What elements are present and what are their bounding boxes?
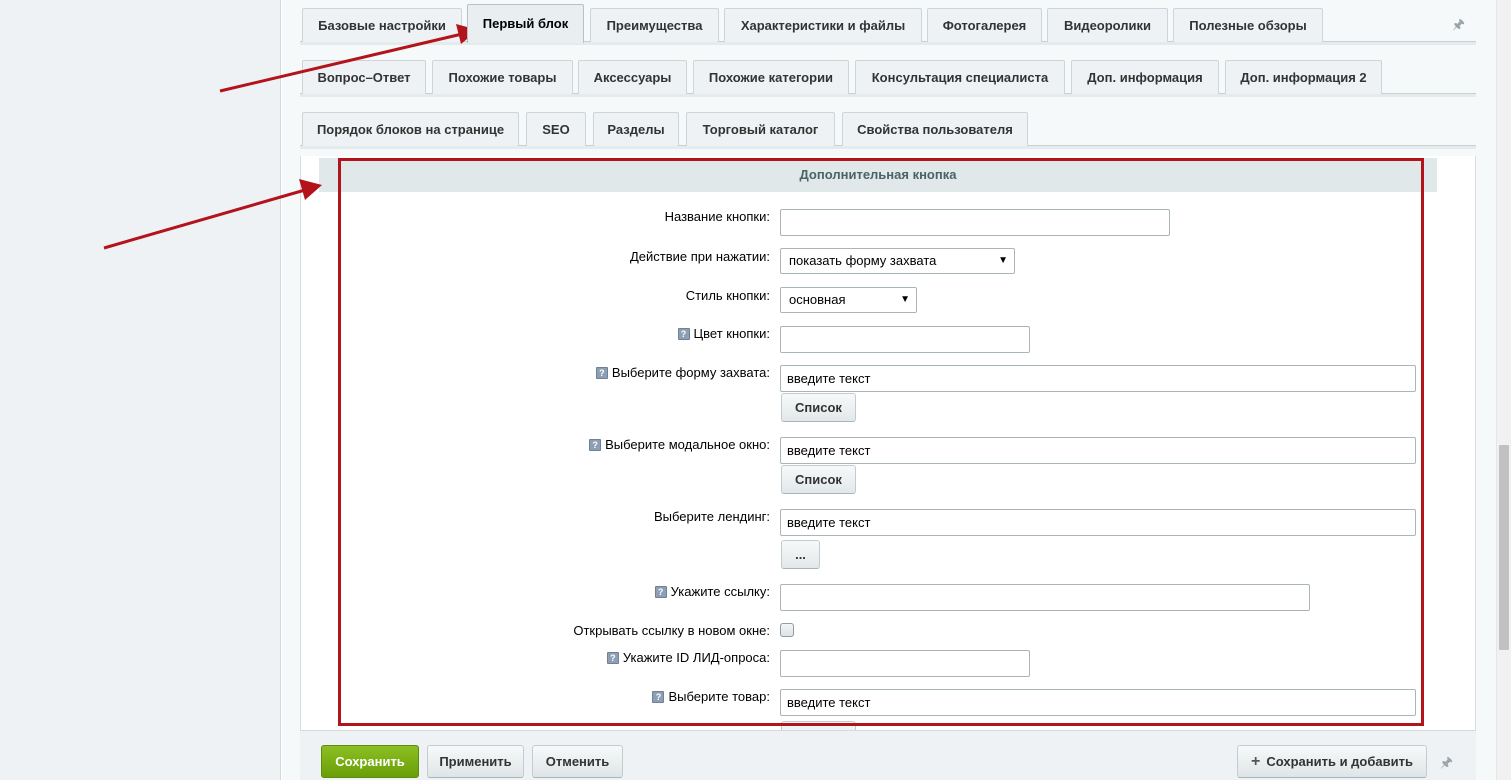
tab-similar-categories[interactable]: Похожие категории <box>693 60 849 94</box>
new-window-checkbox[interactable] <box>780 623 794 637</box>
tab-faq[interactable]: Вопрос–Ответ <box>302 60 426 94</box>
tab-blocks-order[interactable]: Порядок блоков на странице <box>302 112 519 146</box>
tabs-row-3: Порядок блоков на странице SEO Разделы Т… <box>300 104 1476 149</box>
lead-id-input[interactable] <box>780 650 1030 677</box>
help-icon[interactable]: ? <box>654 586 667 598</box>
tab-similar-products[interactable]: Похожие товары <box>432 60 573 94</box>
save-button[interactable]: Сохранить <box>321 745 419 778</box>
lead-id-label: ? Укажите ID ЛИД-опроса: <box>606 650 770 665</box>
link-input[interactable] <box>780 584 1310 611</box>
tab-first-block[interactable]: Первый блок <box>467 4 584 43</box>
style-select-value: основная <box>789 292 846 307</box>
help-icon[interactable]: ? <box>652 691 665 703</box>
tab-characteristics[interactable]: Характеристики и файлы <box>724 8 922 42</box>
help-icon[interactable]: ? <box>677 328 690 340</box>
help-icon[interactable]: ? <box>606 652 619 664</box>
action-select[interactable]: показать форму захвата ▼ <box>780 248 1015 274</box>
plus-icon: + <box>1251 753 1261 770</box>
landing-label: Выберите лендинг: <box>653 509 770 524</box>
tab-seo[interactable]: SEO <box>526 112 586 146</box>
footer-toolbar: Сохранить Применить Отменить + Сохранить … <box>300 730 1476 780</box>
landing-input[interactable] <box>780 509 1416 536</box>
tab-reviews[interactable]: Полезные обзоры <box>1173 8 1323 42</box>
tab-user-properties[interactable]: Свойства пользователя <box>842 112 1028 146</box>
capture-form-input[interactable] <box>780 365 1416 392</box>
pin-icon[interactable]: 🖈 <box>1452 14 1465 38</box>
modal-list-button[interactable]: Список <box>781 465 856 494</box>
tab-photogallery[interactable]: Фотогалерея <box>927 8 1042 42</box>
help-icon[interactable]: ? <box>595 367 608 379</box>
product-input[interactable] <box>780 689 1416 716</box>
action-label: Действие при нажатии: <box>629 249 770 264</box>
apply-button[interactable]: Применить <box>427 745 524 778</box>
tab-extra-info-2[interactable]: Доп. информация 2 <box>1225 60 1382 94</box>
section-title: Дополнительная кнопка <box>319 158 1437 192</box>
tab-advantages[interactable]: Преимущества <box>590 8 719 42</box>
new-window-label: Открывать ссылку в новом окне: <box>573 623 770 638</box>
action-select-value: показать форму захвата <box>789 253 937 268</box>
landing-browse-button[interactable]: ... <box>781 540 820 569</box>
color-label: ? Цвет кнопки: <box>677 326 770 341</box>
color-input[interactable] <box>780 326 1030 353</box>
button-name-input[interactable] <box>780 209 1170 236</box>
cancel-button[interactable]: Отменить <box>532 745 623 778</box>
tab-trade-catalog[interactable]: Торговый каталог <box>686 112 835 146</box>
tabs-row-1: Базовые настройки Первый блок Преимущест… <box>300 0 1476 45</box>
tab-sections[interactable]: Разделы <box>593 112 679 146</box>
vertical-scrollbar[interactable] <box>1496 0 1511 780</box>
pin-icon-footer[interactable]: 🖈 <box>1440 752 1453 776</box>
style-select[interactable]: основная ▼ <box>780 287 917 313</box>
product-label: ? Выберите товар: <box>652 689 770 704</box>
link-label: ? Укажите ссылку: <box>654 584 770 599</box>
modal-label: ? Выберите модальное окно: <box>589 437 770 452</box>
form-content: Дополнительная кнопка Название кнопки: Д… <box>300 156 1476 730</box>
tab-consultation[interactable]: Консультация специалиста <box>855 60 1065 94</box>
tab-base-settings[interactable]: Базовые настройки <box>302 8 462 42</box>
capture-form-label: ? Выберите форму захвата: <box>595 365 770 380</box>
save-and-add-button[interactable]: + Сохранить и добавить <box>1237 745 1427 778</box>
tabs-row-2: Вопрос–Ответ Похожие товары Аксессуары П… <box>300 52 1476 97</box>
modal-input[interactable] <box>780 437 1416 464</box>
select-arrow-icon: ▼ <box>900 294 910 305</box>
tab-videos[interactable]: Видеоролики <box>1047 8 1168 42</box>
scroll-thumb[interactable] <box>1499 445 1509 650</box>
capture-form-list-button[interactable]: Список <box>781 393 856 422</box>
left-panel <box>0 0 281 780</box>
select-arrow-icon: ▼ <box>998 255 1008 266</box>
style-label: Стиль кнопки: <box>685 288 770 303</box>
button-name-label: Название кнопки: <box>664 209 770 224</box>
help-icon[interactable]: ? <box>589 439 602 451</box>
tab-extra-info[interactable]: Доп. информация <box>1071 60 1219 94</box>
tab-accessories[interactable]: Аксессуары <box>578 60 687 94</box>
product-list-button[interactable]: Список <box>781 721 856 730</box>
